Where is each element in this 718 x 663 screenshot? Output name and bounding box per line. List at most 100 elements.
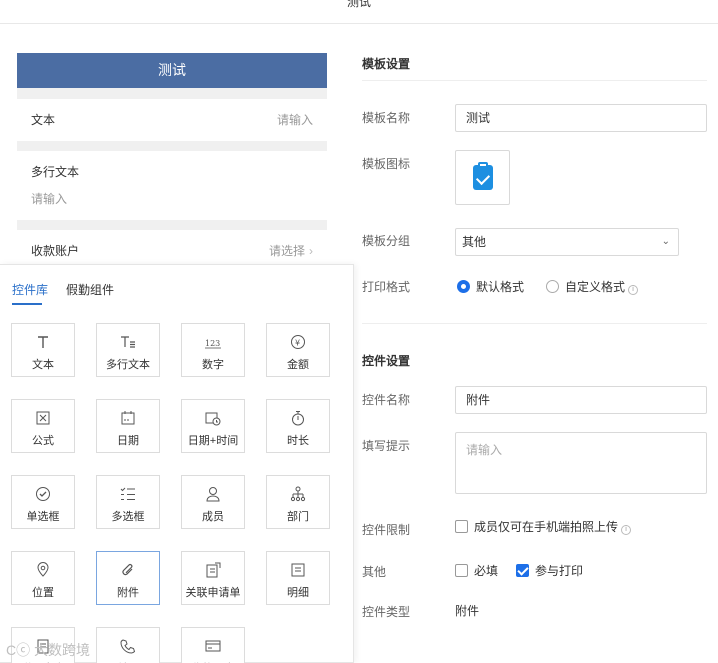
watermark: Cⓒ 大数跨境 (6, 642, 90, 658)
radio-unselected-icon (546, 280, 559, 293)
calendar-clock-icon (205, 410, 221, 426)
hint-label: 填写提示 (362, 439, 411, 453)
control-limit-label: 控件限制 (362, 523, 411, 537)
control-type-value: 附件 (455, 604, 480, 618)
required-checkbox[interactable]: 必填 (455, 562, 498, 579)
template-icon-picker[interactable] (455, 150, 510, 205)
control-name-label: 控件名称 (362, 393, 411, 407)
hint-textarea[interactable]: 请输入 (455, 432, 707, 494)
detail-icon (290, 562, 306, 578)
mobile-photo-only-checkbox[interactable]: 成员仅可在手机端拍照上传 i (455, 518, 632, 535)
template-name-input[interactable]: 测试 (455, 104, 707, 132)
phone-icon (120, 638, 136, 654)
tab-attendance[interactable]: 假勤组件 (66, 281, 114, 298)
stopwatch-icon (290, 410, 306, 426)
component-tile[interactable]: 多选框 (96, 475, 160, 529)
checkbox-unchecked-icon (455, 564, 468, 577)
component-tile[interactable]: 明细 (266, 551, 330, 605)
template-group-label: 模板分组 (362, 234, 411, 248)
library-tabs: 控件库 假勤组件 (0, 265, 353, 305)
radio-custom-format[interactable]: 自定义格式 i (546, 278, 639, 295)
component-label: 明细 (287, 587, 309, 599)
other-label: 其他 (362, 565, 387, 579)
user-icon (205, 486, 221, 502)
active-tab-indicator (12, 303, 42, 305)
template-group-select[interactable]: 其他 ⌄ (455, 228, 679, 256)
template-group-value: 其他 (462, 235, 487, 249)
field-placeholder: 请输入 (276, 113, 313, 127)
component-label: 金额 (287, 359, 309, 371)
component-label: 多选框 (111, 511, 145, 523)
component-tile[interactable]: 日期 (96, 399, 160, 453)
svg-text:¥: ¥ (295, 339, 300, 348)
checkbox-label: 必填 (474, 564, 499, 578)
component-label: 成员 (202, 511, 224, 523)
radio-selected-icon (457, 280, 470, 293)
component-label: 位置 (32, 587, 54, 599)
settings-panel: 模板设置 模板名称 测试 模板图标 模板分组 其他 ⌄ 打印格式 默认格式 自定… (362, 0, 718, 663)
field-label: 文本 (31, 113, 56, 127)
component-label: 附件 (117, 587, 139, 599)
component-tile[interactable]: 123 数字 (181, 323, 245, 377)
control-settings-title: 控件设置 (362, 354, 411, 368)
component-label: 日期+时间 (187, 435, 239, 447)
preview-header: 测试 (17, 53, 327, 88)
component-label: 文本 (32, 359, 54, 371)
preview-field-multiline[interactable]: 多行文本 请输入 (17, 151, 327, 220)
component-tile[interactable]: 单选框 (11, 475, 75, 529)
info-icon[interactable]: i (628, 285, 639, 295)
divider (362, 323, 707, 324)
number-icon: 123 (205, 334, 221, 350)
org-chart-icon (290, 486, 306, 502)
calendar-icon (120, 410, 136, 426)
component-label: 日期 (117, 435, 139, 447)
preview-field-text[interactable]: 文本 请输入 (17, 99, 327, 141)
divider (362, 80, 707, 81)
component-tile[interactable]: 多行文本 (96, 323, 160, 377)
field-label: 收款账户 (31, 244, 80, 258)
component-tile[interactable]: 公式 (11, 399, 75, 453)
radio-label: 自定义格式 (565, 280, 626, 294)
component-tile[interactable]: 成员 (181, 475, 245, 529)
component-tile[interactable]: 手机号 (96, 627, 160, 663)
radio-check-icon (35, 486, 51, 502)
tab-controls[interactable]: 控件库 (12, 281, 48, 298)
form-preview: 测试 文本 请输入 多行文本 请输入 收款账户 请选择 › (17, 53, 327, 283)
info-icon[interactable]: i (621, 525, 632, 535)
control-name-input[interactable]: 附件 (455, 386, 707, 414)
location-icon (35, 562, 51, 578)
print-participate-checkbox[interactable]: 参与打印 (516, 562, 583, 579)
component-label: 时长 (287, 435, 309, 447)
control-type-label: 控件类型 (362, 605, 411, 619)
component-tile[interactable]: 日期+时间 (181, 399, 245, 453)
checkbox-unchecked-icon (455, 520, 468, 533)
template-settings-title: 模板设置 (362, 57, 411, 71)
svg-text:123: 123 (205, 339, 220, 348)
component-tile[interactable]: 关联申请单 (181, 551, 245, 605)
chevron-down-icon: ⌄ (661, 236, 670, 247)
component-tile[interactable]: 收款账户 (181, 627, 245, 663)
radio-default-format[interactable]: 默认格式 (457, 278, 524, 295)
component-tile[interactable]: 附件 (96, 551, 160, 605)
component-tile[interactable]: 部门 (266, 475, 330, 529)
text-icon (35, 334, 51, 350)
component-library-panel: 控件库 假勤组件 文本 多行文本 123 数字 ¥ 金额公式 日期 日期+时间 时长单选框 多选框… (0, 264, 354, 663)
checkbox-label: 参与打印 (535, 564, 584, 578)
field-placeholder: 请输入 (31, 192, 68, 206)
component-label: 公式 (32, 435, 54, 447)
field-label: 多行文本 (31, 165, 80, 179)
checklist-icon (120, 486, 136, 502)
print-format-label: 打印格式 (362, 280, 411, 294)
checkbox-checked-icon (516, 564, 529, 577)
component-label: 单选框 (26, 511, 60, 523)
linked-form-icon (205, 562, 221, 578)
checkbox-label: 成员仅可在手机端拍照上传 (474, 520, 619, 534)
component-tile[interactable]: 文本 (11, 323, 75, 377)
component-tile[interactable]: ¥ 金额 (266, 323, 330, 377)
component-label: 多行文本 (106, 359, 150, 371)
template-icon-label: 模板图标 (362, 157, 411, 171)
multiline-text-icon (120, 334, 136, 350)
radio-label: 默认格式 (476, 280, 525, 294)
component-tile[interactable]: 位置 (11, 551, 75, 605)
component-tile[interactable]: 时长 (266, 399, 330, 453)
